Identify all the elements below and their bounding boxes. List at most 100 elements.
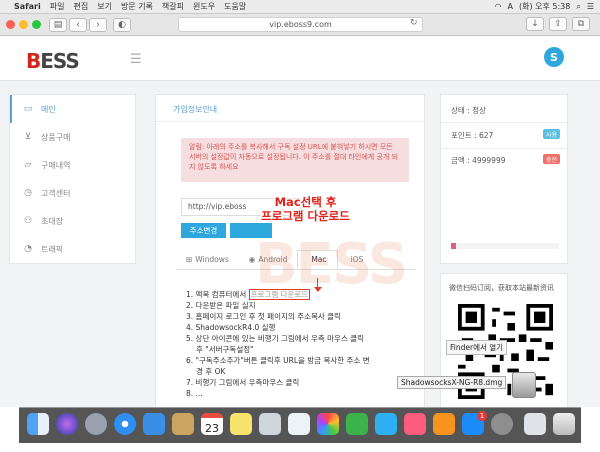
- privacy-icon[interactable]: ◐: [113, 17, 131, 32]
- launchpad-icon[interactable]: [85, 413, 107, 435]
- list-item: 5. 상단 아이콘에 있는 비행기 그림에서 우측 마우스 클릭: [186, 334, 365, 343]
- dmg-file-icon[interactable]: [512, 372, 536, 398]
- notes-icon[interactable]: [172, 413, 194, 435]
- calendar-icon[interactable]: 23: [201, 413, 223, 435]
- site-logo[interactable]: BESS: [26, 49, 80, 73]
- sidebar-item-label: 구매내역: [41, 160, 71, 170]
- change-address-button[interactable]: 주소변경: [181, 223, 226, 238]
- alert-box: 알림: 아래의 주소를 복사해서 구독 설정 URL에 붙혀넣기 하시면 모든 …: [181, 138, 409, 182]
- progress-fill: [451, 243, 457, 249]
- preview-icon[interactable]: [259, 413, 281, 435]
- windows-icon: ⊞: [186, 255, 193, 264]
- monitor-icon: ▭: [23, 104, 33, 114]
- books-icon[interactable]: [433, 413, 455, 435]
- facetime-icon[interactable]: [346, 413, 368, 435]
- siri-icon[interactable]: [56, 413, 78, 435]
- menu-history[interactable]: 방문 기록: [121, 1, 153, 12]
- mac-menubar: Safari 파일 편집 보기 방문 기록 책갈피 윈도우 도움말 ◠ A (화…: [0, 0, 600, 14]
- clock-icon: ◷: [24, 188, 32, 198]
- list-item: 3. 홈페이지 로그인 후 첫 페이지의 주소복사 클릭: [186, 312, 341, 321]
- download-icon[interactable]: ↓: [526, 17, 544, 31]
- sidebar-item-support[interactable]: ◷ 고객센터: [10, 179, 135, 207]
- menu-help[interactable]: 도움말: [224, 1, 246, 12]
- sidebar-item-label: 트래픽: [41, 244, 64, 254]
- menubar-clock[interactable]: (화) 오후 5:38: [519, 1, 570, 12]
- menu-view[interactable]: 보기: [97, 1, 112, 12]
- sidebar-item-traffic[interactable]: ◔ 트래픽: [10, 235, 135, 263]
- menu-file[interactable]: 파일: [50, 1, 65, 12]
- settings-icon[interactable]: [491, 413, 513, 435]
- finder-icon[interactable]: [27, 413, 49, 435]
- close-window-button[interactable]: [6, 20, 15, 29]
- list-item: 7. 비행기 그림에서 우측마우스 클릭: [186, 378, 300, 387]
- user-avatar[interactable]: S: [544, 47, 564, 67]
- sidebar-item-label: 고객센터: [41, 188, 71, 198]
- zoom-window-button[interactable]: [32, 20, 41, 29]
- folder-icon: ▱: [24, 160, 32, 170]
- mail-icon[interactable]: [143, 413, 165, 435]
- instruction-annotation: Mac선택 후 프로그램 다운로드: [261, 195, 350, 223]
- menu-bookmarks[interactable]: 책갈피: [162, 1, 184, 12]
- forward-button[interactable]: ›: [89, 17, 107, 32]
- use-points-button[interactable]: 사용: [543, 129, 560, 139]
- page-title: 가입정보안내: [173, 105, 218, 114]
- chart-icon: ◔: [24, 244, 32, 254]
- finder-tooltip[interactable]: Finder에서 열기: [446, 340, 508, 355]
- list-item: 2. 다운받은 파일 실지: [186, 301, 256, 310]
- contacts-icon[interactable]: [288, 413, 310, 435]
- traffic-progress-bar: [451, 243, 559, 249]
- sidebar-item-invite[interactable]: ⚇ 초대장: [10, 207, 135, 235]
- sidebar-item-history[interactable]: ▱ 구매내역: [10, 151, 135, 179]
- back-button[interactable]: ‹: [69, 17, 87, 32]
- menu-window[interactable]: 윈도우: [193, 1, 215, 12]
- site-header: BESS ☰ S: [0, 37, 600, 81]
- tabs-overview-icon[interactable]: ⧉: [572, 17, 590, 31]
- safari-icon[interactable]: [114, 413, 136, 435]
- messages-icon[interactable]: [375, 413, 397, 435]
- bess-watermark: BESS: [255, 232, 408, 297]
- notification-center-icon[interactable]: ☰: [587, 2, 594, 11]
- address-bar[interactable]: vip.eboss9.com: [178, 17, 423, 32]
- list-item: 8. ...: [186, 389, 203, 398]
- install-steps: 1. 맥북 컴퓨터에서 프로그램 다운로드 2. 다운받은 파일 실지 3. 홈…: [186, 289, 406, 399]
- points-value: 포인트 : 627: [451, 131, 494, 140]
- address-url: vip.eboss9.com: [269, 20, 332, 29]
- menu-edit[interactable]: 편집: [73, 1, 88, 12]
- tab-windows[interactable]: ⊞ Windows: [176, 250, 239, 269]
- account-status: 상태 : 정상: [451, 106, 486, 115]
- spotlight-icon[interactable]: ⌕: [576, 2, 580, 12]
- sidebar-item-main[interactable]: ▭ 메인: [10, 95, 135, 123]
- divider: [441, 122, 567, 123]
- list-item: 후 "서버구독설정": [196, 345, 254, 354]
- sidebar-item-purchase[interactable]: ⊻ 상품구매: [10, 123, 135, 151]
- menu-app-name[interactable]: Safari: [14, 2, 41, 11]
- mac-dock: 23 1: [19, 407, 581, 443]
- photos-icon[interactable]: [317, 413, 339, 435]
- recharge-button[interactable]: 충전: [543, 154, 560, 164]
- sidebar-item-label: 초대장: [41, 216, 64, 226]
- annotation-arrowhead: [314, 287, 322, 292]
- toolbar-right-buttons: ↓ ⇧ ⧉: [526, 17, 592, 31]
- input-source-indicator[interactable]: A: [507, 2, 512, 11]
- stickies-icon[interactable]: [230, 413, 252, 435]
- reload-icon[interactable]: ↻: [410, 18, 418, 28]
- list-item: 6. "구독주소추가"버튼 클릭후 URL을 방금 복사한 주소 변: [186, 356, 370, 365]
- sidebar-item-label: 메인: [41, 104, 56, 114]
- minimize-window-button[interactable]: [19, 20, 28, 29]
- title-divider: [156, 121, 424, 122]
- trash-icon[interactable]: [553, 413, 575, 435]
- wifi-icon[interactable]: ◠: [495, 2, 502, 11]
- downloads-icon[interactable]: [524, 413, 546, 435]
- site-sidebar: ▭ 메인 ⊻ 상품구매 ▱ 구매내역 ◷ 고객센터 ⚇ 초대장 ◔ 트래픽: [9, 94, 136, 264]
- music-icon[interactable]: [404, 413, 426, 435]
- qr-title: 微信扫码订阅，获取本站最新资讯: [449, 284, 554, 292]
- share-icon[interactable]: ⇧: [549, 17, 567, 31]
- balance-value: 금액 : 4999999: [451, 156, 506, 165]
- sidebar-toggle-icon[interactable]: ▤: [49, 17, 67, 32]
- hamburger-menu-icon[interactable]: ☰: [130, 52, 142, 67]
- list-item: 4. ShadowsockR4.0 실행: [186, 323, 276, 332]
- divider: [441, 148, 567, 149]
- list-item: 경 후 OK: [196, 367, 226, 376]
- cart-icon: ⊻: [24, 132, 32, 142]
- appstore-badge: 1: [477, 411, 487, 421]
